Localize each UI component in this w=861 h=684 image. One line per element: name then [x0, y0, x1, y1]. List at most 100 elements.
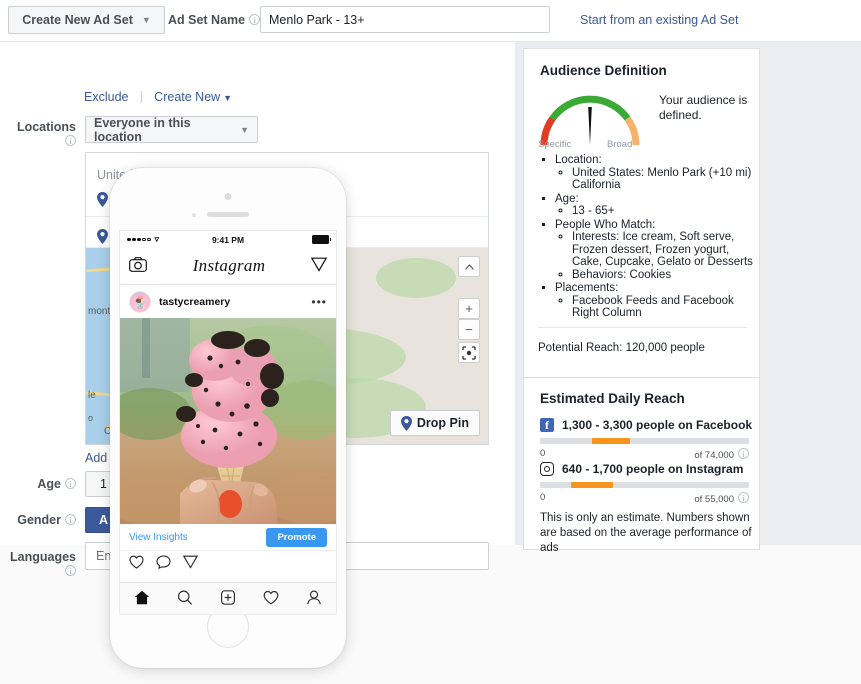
instagram-icon	[540, 462, 554, 476]
audience-sub-bullet: United States: Menlo Park (+10 mi) Calif…	[572, 167, 756, 192]
info-icon[interactable]: i	[65, 135, 76, 146]
map-pin-icon	[97, 229, 108, 244]
audience-sub-bullet: Interests: Ice cream, Soft serve, Frozen…	[572, 231, 756, 269]
right-sidebar: Audience Definition Specific Broad Your …	[515, 42, 861, 554]
estimate-disclaimer-text: This is only an estimate. Numbers shown …	[540, 512, 752, 554]
instagram-bar-max: of 55,000 i	[540, 492, 749, 505]
instagram-post-actions: View Insights Promote	[120, 524, 336, 550]
instagram-reach-text: 640 - 1,700 people on Instagram	[562, 462, 744, 476]
info-icon[interactable]: i	[738, 492, 749, 503]
chevron-down-icon: ▼	[240, 124, 249, 135]
ad-set-name-text: Ad Set Name	[168, 13, 246, 27]
location-scope-dropdown[interactable]: Everyone in this location ▼	[85, 115, 258, 144]
instagram-reach-bar-fill	[571, 482, 614, 488]
audience-sub-bullet: Behaviors: Cookies	[572, 269, 756, 282]
chevron-down-icon: ▼	[223, 93, 233, 103]
drop-pin-label: Drop Pin	[416, 416, 469, 430]
map-place-label: le	[88, 390, 96, 401]
exclude-create-new-row: Exclude Create New ▼	[84, 90, 232, 104]
status-bar-time: 9:41 PM	[211, 234, 245, 245]
info-icon[interactable]: i	[249, 14, 261, 25]
app-canvas: Create New Ad Set ▼ Ad Set Namei Start f…	[0, 0, 861, 684]
gender-label: Gender i	[4, 513, 76, 527]
phone-speaker	[207, 212, 249, 217]
facebook-icon: f	[540, 418, 554, 432]
potential-reach-text: Potential Reach: 120,000 people	[538, 342, 705, 354]
ios-status-bar: ▿ 9:41 PM	[120, 231, 336, 248]
like-heart-icon[interactable]	[129, 555, 144, 572]
tab-search-icon[interactable]	[177, 590, 193, 608]
facebook-reach-row: f 1,300 - 3,300 people on Facebook	[540, 418, 752, 432]
instagram-post-photo	[120, 318, 336, 524]
instagram-username[interactable]: tastycreamery	[159, 296, 230, 308]
audience-definition-card: Audience Definition Specific Broad Your …	[523, 48, 760, 378]
share-icon[interactable]	[182, 555, 199, 572]
audience-bullet: Location:United States: Menlo Park (+10 …	[555, 154, 756, 192]
exclude-link[interactable]: Exclude	[84, 90, 128, 104]
facebook-reach-bar	[540, 438, 749, 444]
audience-bullet: Age:13 - 65+	[555, 193, 756, 218]
phone-screen: ▿ 9:41 PM Instagram 🍨 tastycreamery •••	[119, 230, 337, 615]
age-label: Age i	[4, 477, 76, 491]
location-scope-label: Everyone in this location	[94, 115, 191, 144]
drop-pin-button[interactable]: Drop Pin	[389, 410, 480, 436]
create-new-ad-set-button[interactable]: Create New Ad Set ▼	[8, 6, 165, 34]
map-pin-icon	[97, 192, 108, 207]
tab-activity-icon[interactable]	[263, 590, 279, 608]
audience-bullet: People Who Match:Interests: Ice cream, S…	[555, 219, 756, 282]
map-pin-icon	[400, 415, 412, 431]
gauge-label-specific: Specific	[538, 139, 572, 150]
avatar[interactable]: 🍨	[129, 290, 151, 313]
tab-add-post-icon[interactable]	[220, 589, 236, 608]
view-insights-link[interactable]: View Insights	[129, 532, 188, 543]
map-zoom-out-button[interactable]: −	[458, 319, 480, 340]
create-new-ad-set-label: Create New Ad Set	[22, 13, 133, 27]
create-new-link[interactable]: Create New ▼	[154, 90, 232, 104]
more-options-icon[interactable]: •••	[311, 296, 327, 308]
audience-bullet: Placements:Facebook Feeds and Facebook R…	[555, 282, 756, 320]
map-place-label: o	[88, 413, 94, 423]
top-toolbar: Create New Ad Set ▼ Ad Set Namei Start f…	[0, 0, 861, 41]
direct-message-icon[interactable]	[310, 257, 328, 275]
ad-set-name-label: Ad Set Name i	[168, 13, 261, 27]
instagram-action-icons	[120, 550, 336, 576]
map-zoom-in-button[interactable]: +	[458, 298, 480, 319]
facebook-bar-max: of 74,000 i	[540, 448, 749, 461]
start-from-existing-ad-set-link[interactable]: Start from an existing Ad Set	[580, 13, 738, 27]
camera-icon[interactable]	[129, 257, 147, 275]
ad-set-name-input[interactable]	[260, 6, 550, 33]
map-locate-icon[interactable]	[458, 342, 480, 363]
instagram-reach-bar	[540, 482, 749, 488]
phone-mockup: ▿ 9:41 PM Instagram 🍨 tastycreamery •••	[110, 168, 346, 668]
info-icon[interactable]: i	[65, 565, 76, 576]
instagram-header: Instagram	[120, 248, 336, 285]
add-location-link[interactable]: Add	[85, 451, 107, 465]
info-icon[interactable]: i	[65, 478, 76, 489]
audience-sub-bullet: 13 - 65+	[572, 205, 756, 218]
chevron-down-icon: ▼	[141, 15, 151, 25]
tab-profile-icon[interactable]	[306, 589, 322, 608]
estimated-daily-reach-title: Estimated Daily Reach	[540, 391, 685, 406]
audience-definition-title: Audience Definition	[540, 63, 667, 78]
audience-status-text: Your audience is defined.	[659, 93, 748, 122]
facebook-reach-text: 1,300 - 3,300 people on Facebook	[562, 418, 753, 432]
divider	[538, 327, 747, 328]
locations-label: Locationsi	[16, 120, 76, 146]
facebook-reach-bar-fill	[592, 438, 630, 444]
languages-label: Languagesi	[10, 550, 76, 576]
promote-button[interactable]: Promote	[266, 527, 327, 547]
info-icon[interactable]: i	[65, 514, 76, 525]
divider	[140, 91, 142, 103]
phone-camera	[224, 193, 232, 200]
instagram-tab-bar	[120, 582, 336, 614]
tab-home-icon[interactable]	[134, 590, 150, 608]
gauge-label-broad: Broad	[607, 139, 633, 150]
phone-sensor	[192, 213, 196, 217]
comment-icon[interactable]	[156, 555, 171, 572]
instagram-post-header: 🍨 tastycreamery •••	[120, 285, 336, 318]
map-place-label: mont	[88, 306, 111, 317]
instagram-wordmark: Instagram	[192, 256, 266, 275]
map-pan-up-button[interactable]	[458, 256, 480, 277]
info-icon[interactable]: i	[738, 448, 749, 459]
estimated-daily-reach-card: Estimated Daily Reach f 1,300 - 3,300 pe…	[523, 378, 760, 554]
